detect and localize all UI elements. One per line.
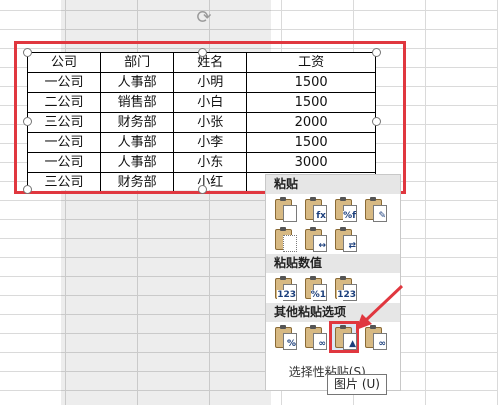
red-arrow-icon bbox=[356, 284, 404, 330]
paste-values-section-title: 粘贴数值 bbox=[266, 254, 400, 273]
transpose-icon[interactable]: ⇄ bbox=[332, 226, 357, 252]
paste-icons-row-1: fx %f ✎ bbox=[266, 194, 400, 224]
resize-handle-top-right[interactable] bbox=[372, 48, 381, 57]
resize-handle-top[interactable] bbox=[198, 48, 207, 57]
selection-highlight-frame bbox=[14, 41, 406, 194]
keep-source-formatting-icon[interactable]: ✎ bbox=[362, 196, 387, 222]
paste-icon[interactable] bbox=[272, 196, 297, 222]
values-icon[interactable]: 123 bbox=[272, 275, 297, 301]
paste-icons-row-2: ↔ ⇄ bbox=[266, 224, 400, 254]
no-borders-icon[interactable] bbox=[272, 226, 297, 252]
picture-tooltip: 图片 (U) bbox=[327, 374, 387, 395]
resize-handle-left[interactable] bbox=[23, 117, 32, 126]
resize-handle-top-left[interactable] bbox=[23, 48, 32, 57]
paste-formulas-number-format-icon[interactable]: %f bbox=[332, 196, 357, 222]
keep-source-column-widths-icon[interactable]: ↔ bbox=[302, 226, 327, 252]
rotate-handle-icon[interactable]: ⟳ bbox=[193, 7, 215, 29]
paste-link-icon[interactable]: ∞ bbox=[302, 324, 327, 350]
resize-handle-bottom[interactable] bbox=[198, 185, 207, 194]
resize-handle-right[interactable] bbox=[372, 117, 381, 126]
resize-handle-bottom-left[interactable] bbox=[23, 185, 32, 194]
paste-formulas-icon[interactable]: fx bbox=[302, 196, 327, 222]
values-number-format-icon[interactable]: %1 bbox=[302, 275, 327, 301]
paste-section-title: 粘贴 bbox=[266, 175, 400, 194]
formatting-icon[interactable]: % bbox=[272, 324, 297, 350]
